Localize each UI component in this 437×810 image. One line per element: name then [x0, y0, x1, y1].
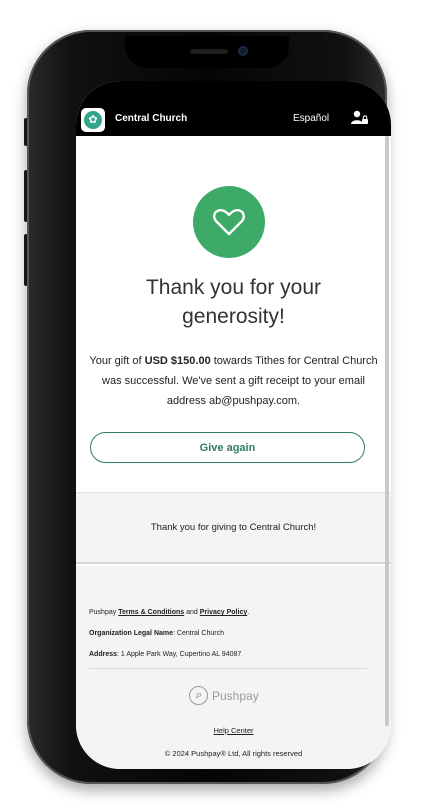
copyright: © 2024 Pushpay® Ltd, All rights reserved [164, 749, 303, 758]
legal-suffix: . [247, 609, 250, 616]
address-value: : 1 Apple Park Way, Cupertino AL 94087 [117, 651, 242, 658]
pushpay-wordmark: Pushpay [212, 688, 259, 703]
footer-divider [89, 668, 367, 669]
screen: ✿ Central Church Español Thank you for y… [76, 81, 391, 769]
legal-links: Pushpay Terms & Conditions and Privacy P… [89, 609, 249, 616]
org-legal-name: Organization Legal Name: Central Church [89, 630, 224, 637]
top-bar: ✿ Central Church Español [76, 81, 391, 136]
org-legal-label: Organization Legal Name [89, 630, 174, 637]
help-center-link[interactable]: Help Center [76, 726, 391, 735]
speaker-grille [190, 49, 228, 54]
church-logo-icon[interactable]: ✿ [81, 108, 105, 132]
org-name[interactable]: Central Church [115, 113, 187, 124]
legal-prefix: Pushpay [89, 609, 119, 616]
give-again-button[interactable]: Give again [90, 432, 365, 463]
thank-you-banner: Thank you for giving to Central Church! [76, 492, 391, 564]
terms-link[interactable]: Terms & Conditions [118, 609, 184, 616]
scrollbar[interactable] [385, 136, 389, 726]
heart-outline [213, 208, 245, 236]
gift-confirmation-message: Your gift of USD $150.00 towards Tithes … [88, 351, 379, 411]
message-prefix: Your gift of [89, 355, 145, 367]
address-label: Address [89, 651, 118, 658]
org-address: Address: 1 Apple Park Way, Cupertino AL … [89, 651, 241, 658]
phone-frame: ✿ Central Church Español Thank you for y… [27, 30, 391, 784]
footer: Pushpay Terms & Conditions and Privacy P… [76, 566, 391, 769]
thank-you-text: Thank you for giving to Central Church! [150, 522, 317, 533]
privacy-link[interactable]: Privacy Policy [200, 609, 247, 616]
front-camera [238, 46, 248, 56]
legal-and: and [184, 609, 200, 616]
page-title: Thank you for your generosity! [145, 276, 322, 328]
org-legal-value: : Central Church [173, 630, 224, 637]
church-logo-mark: ✿ [84, 111, 102, 129]
heart-icon [193, 186, 265, 258]
pushpay-logo-icon: P [189, 686, 208, 705]
pushpay-logo: P Pushpay [189, 686, 259, 705]
gift-amount: USD $150.00 [144, 355, 211, 367]
language-link[interactable]: Español [293, 113, 329, 124]
user-lock-icon[interactable] [351, 110, 369, 126]
